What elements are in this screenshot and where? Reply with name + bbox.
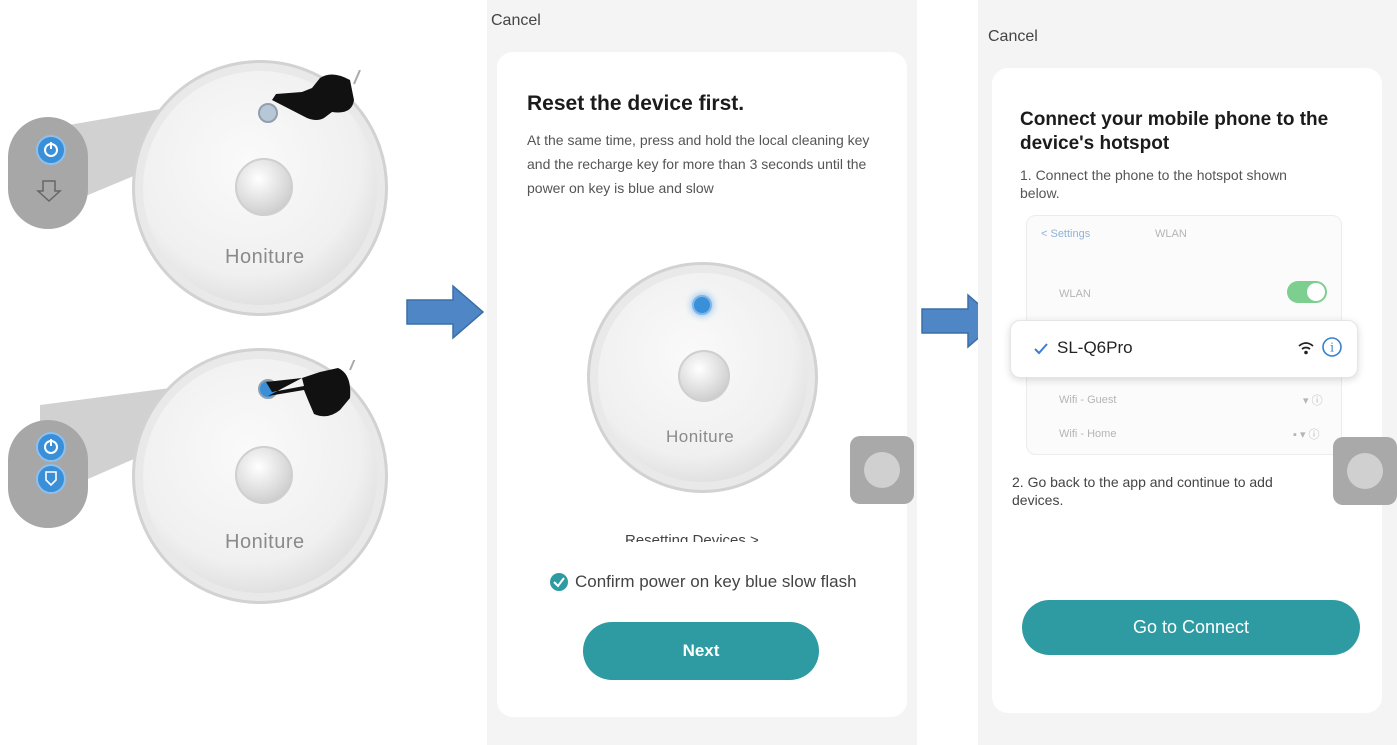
info-icon: i xyxy=(1322,337,1342,357)
wifi-icon: ▪ ▾ ⓘ xyxy=(1293,429,1320,441)
wlan-toggle xyxy=(1287,281,1327,303)
button-zoom-capsule xyxy=(8,420,88,528)
robot-dome xyxy=(235,158,293,216)
robot-vacuum: Honiture xyxy=(587,262,818,493)
phone-screen-reset: Cancel Reset the device first. At the sa… xyxy=(487,0,917,745)
svg-text:i: i xyxy=(1330,341,1334,355)
instruction-step-2: 2. Go back to the app and continue to ad… xyxy=(1012,474,1273,508)
reset-description: At the same time, press and hold the loc… xyxy=(527,132,870,196)
robot-dome xyxy=(678,350,730,402)
confirm-checkbox-row[interactable]: Confirm power on key blue slow flash xyxy=(549,572,857,592)
checkbox-checked-icon[interactable] xyxy=(549,572,569,592)
wifi-icon: ▾ ⓘ xyxy=(1303,395,1323,407)
phone-screen-connect: Cancel Connect your mobile phone to the … xyxy=(978,0,1397,745)
finger-hand-icon xyxy=(272,70,361,120)
wlan-toggle-label: WLAN xyxy=(1059,288,1091,300)
dock-icon xyxy=(36,180,62,203)
confirm-label: Confirm power on key blue slow flash xyxy=(575,572,857,591)
power-icon xyxy=(36,135,66,165)
power-icon xyxy=(36,432,66,462)
selected-network-row: SL-Q6Pro i xyxy=(1010,320,1358,378)
robot-brand: Honiture xyxy=(225,531,305,553)
wifi-network-guest: Wifi - Guest xyxy=(1059,394,1117,406)
wlan-back-link: < Settings xyxy=(1041,228,1091,240)
dock-icon xyxy=(36,464,66,494)
robot-brand: Honiture xyxy=(225,246,305,268)
floating-assistive-icon[interactable] xyxy=(850,436,914,504)
page-title: Connect your mobile phone to the device'… xyxy=(1020,109,1329,154)
wifi-network-home: Wifi - Home xyxy=(1059,428,1117,440)
go-to-connect-button[interactable]: Go to Connect xyxy=(1022,600,1360,655)
floating-assistive-icon[interactable] xyxy=(1333,437,1397,505)
button-zoom-capsule xyxy=(8,117,88,229)
robot-brand: Honiture xyxy=(666,427,735,446)
selected-network-name: SL-Q6Pro xyxy=(1057,338,1133,357)
robot-dome xyxy=(235,446,293,504)
power-key-icon xyxy=(692,295,712,315)
cancel-button[interactable]: Cancel xyxy=(988,28,1038,46)
wifi-icon xyxy=(1298,342,1314,355)
illustration-bottom: Honiture xyxy=(0,330,388,620)
right-arrow-icon xyxy=(406,284,485,340)
connect-card: Connect your mobile phone to the device'… xyxy=(992,68,1382,713)
cancel-button[interactable]: Cancel xyxy=(491,12,541,30)
reset-card: Reset the device first. At the same time… xyxy=(497,52,907,717)
wlan-header: WLAN xyxy=(1155,228,1187,240)
instruction-step-1: 1. Connect the phone to the hotspot show… xyxy=(1020,167,1287,201)
checkmark-icon xyxy=(1034,343,1048,355)
next-button[interactable]: Next xyxy=(583,622,819,680)
illustration-top: Honiture xyxy=(0,40,388,330)
resetting-devices-link[interactable]: Resetting Devices > xyxy=(625,532,759,542)
page-title: Reset the device first. xyxy=(527,92,745,115)
finger-hand-icon xyxy=(266,360,356,417)
